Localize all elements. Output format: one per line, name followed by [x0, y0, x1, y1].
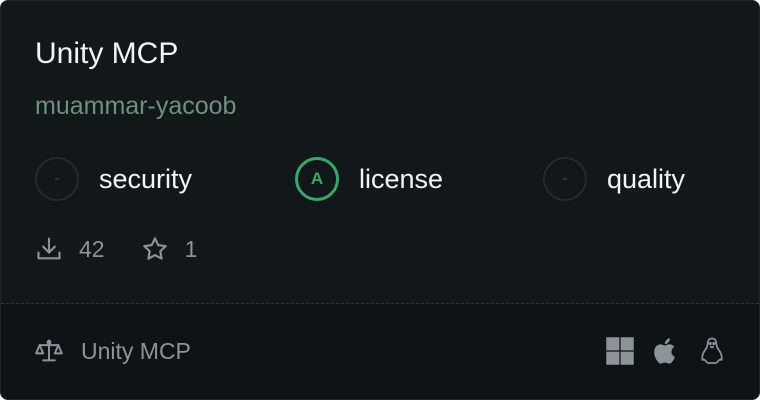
download-count: 42 [79, 235, 105, 262]
license-badge[interactable]: A license [295, 155, 443, 203]
server-card[interactable]: Unity MCP muammar-yacoob - security A li… [0, 0, 760, 400]
quality-badge[interactable]: - quality [543, 155, 685, 203]
license-grade-circle: A [295, 157, 339, 201]
quality-label: quality [607, 163, 686, 194]
security-label: security [99, 163, 193, 194]
license-info: Unity MCP [35, 336, 191, 366]
card-footer: Unity MCP [1, 304, 759, 399]
star-icon [142, 237, 167, 260]
security-grade-circle: - [35, 157, 79, 201]
apple-icon [654, 338, 675, 364]
windows-icon [606, 337, 634, 365]
scale-icon [35, 339, 63, 362]
quality-grade-circle: - [543, 157, 587, 201]
card-author[interactable]: muammar-yacoob [35, 91, 236, 121]
license-label: license [359, 163, 444, 194]
download-icon [37, 237, 61, 260]
security-badge[interactable]: - security [35, 155, 192, 203]
linux-icon [701, 337, 723, 364]
card-title[interactable]: Unity MCP [35, 37, 178, 71]
star-count: 1 [184, 235, 198, 262]
license-name: Unity MCP [81, 337, 191, 364]
card-body: Unity MCP muammar-yacoob - security A li… [1, 1, 759, 303]
stats-row: 42 1 [35, 233, 197, 265]
platform-icons [589, 335, 727, 367]
